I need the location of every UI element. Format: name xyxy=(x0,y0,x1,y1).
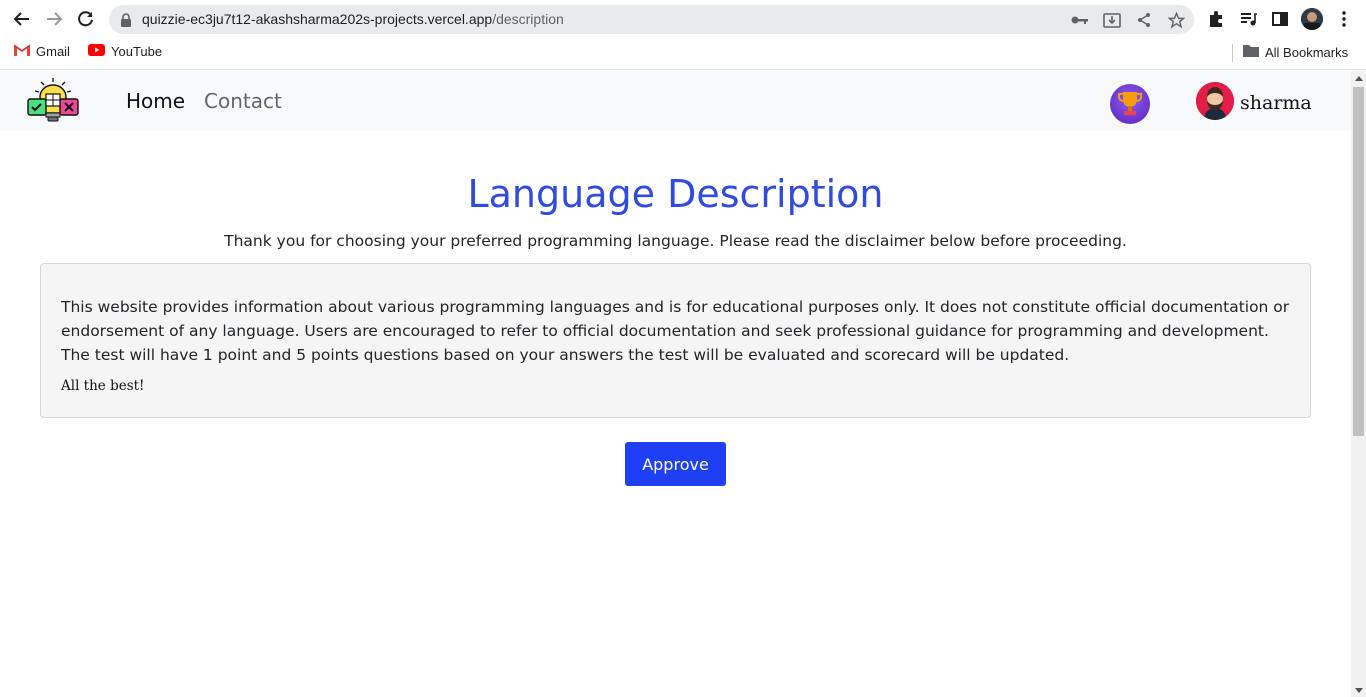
side-panel-icon[interactable] xyxy=(1268,7,1292,31)
profile-avatar[interactable] xyxy=(1300,7,1324,31)
url-path: /description xyxy=(492,11,564,27)
page-viewport: Home Contact sharma Language Description… xyxy=(0,71,1351,697)
all-bookmarks[interactable]: All Bookmarks xyxy=(1243,44,1348,60)
all-bookmarks-label: All Bookmarks xyxy=(1265,44,1349,60)
bookmarks-divider xyxy=(1232,44,1233,62)
disclaimer-box: This website provides information about … xyxy=(40,263,1311,418)
gmail-icon xyxy=(13,44,31,59)
closing-text: All the best! xyxy=(61,378,145,394)
forward-icon[interactable] xyxy=(42,7,66,31)
install-icon[interactable] xyxy=(1102,10,1122,30)
media-icon[interactable] xyxy=(1236,7,1260,31)
scroll-up-arrow[interactable] xyxy=(1355,76,1363,81)
scroll-down-arrow[interactable] xyxy=(1355,688,1363,693)
nav-contact[interactable]: Contact xyxy=(204,89,282,113)
star-icon[interactable] xyxy=(1166,10,1186,30)
quiz-logo[interactable] xyxy=(27,77,79,125)
folder-icon xyxy=(1243,44,1259,60)
share-icon[interactable] xyxy=(1134,10,1154,30)
bookmark-label: YouTube xyxy=(111,44,163,59)
page-scrollbar[interactable] xyxy=(1351,71,1366,697)
url-host: quizzie-ec3ju7t12-akashsharma202s-projec… xyxy=(142,11,493,27)
key-icon[interactable] xyxy=(1070,10,1090,30)
url-text[interactable]: quizzie-ec3ju7t12-akashsharma202s-projec… xyxy=(142,11,564,27)
user-avatar[interactable] xyxy=(1196,82,1234,120)
navbar: Home Contact sharma xyxy=(0,71,1351,131)
approve-button[interactable]: Approve xyxy=(625,442,726,486)
browser-toolbar: quizzie-ec3ju7t12-akashsharma202s-projec… xyxy=(0,0,1366,38)
bookmark-youtube[interactable]: YouTube xyxy=(88,44,162,59)
user-name[interactable]: sharma xyxy=(1240,92,1312,114)
lock-icon[interactable] xyxy=(120,12,132,31)
reload-icon[interactable] xyxy=(74,7,98,31)
page-subtitle: Thank you for choosing your preferred pr… xyxy=(224,232,1127,250)
bookmark-label: Gmail xyxy=(36,44,70,59)
bookmark-gmail[interactable]: Gmail xyxy=(13,44,70,59)
youtube-icon xyxy=(88,44,105,59)
nav-home[interactable]: Home xyxy=(126,89,185,113)
scroll-thumb[interactable] xyxy=(1353,87,1364,436)
trophy-icon[interactable] xyxy=(1110,84,1150,124)
back-icon[interactable] xyxy=(10,7,34,31)
page-title: Language Description xyxy=(467,172,884,216)
extensions-icon[interactable] xyxy=(1204,7,1228,31)
menu-icon[interactable] xyxy=(1332,7,1356,31)
disclaimer-text: This website provides information about … xyxy=(61,298,1290,364)
bookmarks-bar: Gmail YouTube All Bookmarks xyxy=(0,38,1366,70)
address-bar[interactable]: quizzie-ec3ju7t12-akashsharma202s-projec… xyxy=(109,5,1194,34)
